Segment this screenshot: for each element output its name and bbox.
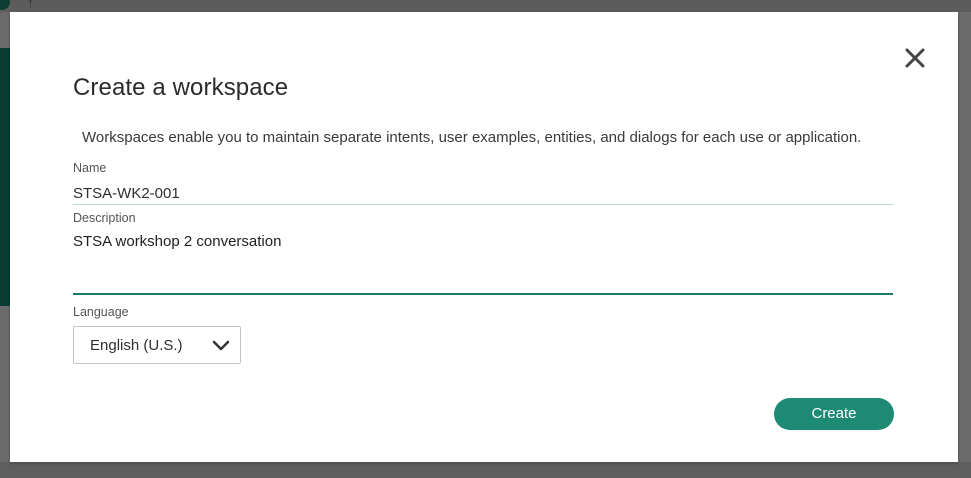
description-label: Description xyxy=(73,211,136,225)
close-button[interactable] xyxy=(902,45,928,71)
description-input[interactable]: STSA workshop 2 conversation xyxy=(73,231,893,295)
upload-icon: ↑ xyxy=(27,0,34,10)
dialog-description: Workspaces enable you to maintain separa… xyxy=(82,129,862,146)
create-button[interactable]: Create xyxy=(774,398,894,430)
name-input[interactable] xyxy=(73,182,893,205)
language-select[interactable]: English (U.S.) xyxy=(73,326,241,364)
language-selected-value: English (U.S.) xyxy=(90,337,183,354)
background-side-panel xyxy=(0,48,10,306)
chevron-down-icon xyxy=(212,340,230,352)
dialog-title: Create a workspace xyxy=(73,74,289,101)
close-icon xyxy=(905,48,925,68)
background-app-footer xyxy=(0,462,971,478)
name-label: Name xyxy=(73,161,107,175)
language-label: Language xyxy=(73,305,129,319)
create-workspace-dialog: Create a workspace Workspaces enable you… xyxy=(10,12,958,462)
background-app-header xyxy=(0,0,971,12)
